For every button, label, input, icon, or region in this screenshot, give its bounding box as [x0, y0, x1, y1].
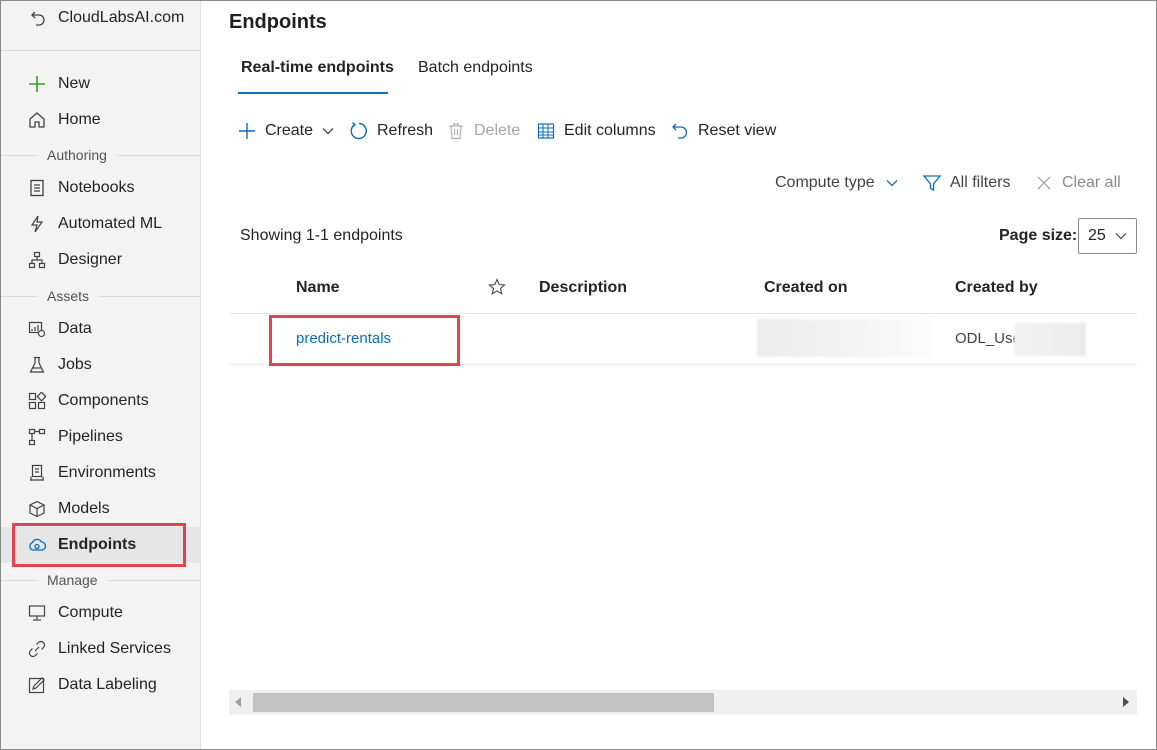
all-filters-label: All filters — [950, 174, 1011, 191]
sidebar-item-label: Home — [58, 111, 101, 128]
delete-button[interactable]: Delete — [446, 119, 520, 143]
sidebar-item-components[interactable]: Components — [1, 383, 201, 419]
clear-all-button[interactable]: Clear all — [1034, 171, 1121, 195]
favorite-star-icon[interactable] — [488, 278, 506, 301]
tab-real-time-endpoints[interactable]: Real-time endpoints — [241, 59, 394, 95]
back-arrow-icon — [30, 10, 46, 26]
sidebar-item-data[interactable]: Data — [1, 311, 201, 347]
undo-icon — [670, 121, 690, 141]
trash-icon — [446, 121, 466, 141]
automl-icon — [28, 215, 46, 233]
workspace-name: CloudLabsAI.com — [58, 9, 185, 26]
sidebar-item-designer[interactable]: Designer — [1, 242, 201, 278]
sidebar-item-label: Linked Services — [58, 640, 171, 657]
page-size-label: Page size: — [999, 227, 1078, 244]
refresh-label: Refresh — [377, 122, 434, 139]
edit-columns-button[interactable]: Edit columns — [536, 119, 656, 143]
cube-icon — [28, 500, 46, 518]
highlight-endpoint-link — [269, 315, 460, 366]
section-label-assets: Assets — [1, 286, 201, 306]
sidebar-item-label: Pipelines — [58, 428, 123, 445]
sidebar-item-compute[interactable]: Compute — [1, 595, 201, 631]
flask-icon — [28, 356, 46, 374]
sidebar-item-label: Models — [58, 500, 110, 517]
workspace-switcher[interactable]: CloudLabsAI.com — [1, 1, 201, 35]
sidebar-item-models[interactable]: Models — [1, 491, 201, 527]
section-label-authoring: Authoring — [1, 145, 201, 165]
chevron-down-icon — [321, 124, 335, 138]
scrollbar-thumb[interactable] — [253, 693, 714, 712]
results-count: Showing 1-1 endpoints — [240, 227, 403, 244]
section-label-manage: Manage — [1, 570, 201, 590]
scroll-left-arrow-icon[interactable] — [235, 697, 241, 707]
reset-view-label: Reset view — [698, 122, 777, 139]
active-tab-indicator — [238, 92, 388, 94]
table-columns-icon — [536, 121, 556, 141]
plus-icon — [28, 75, 46, 93]
sidebar-item-label: Environments — [58, 464, 156, 481]
sidebar-item-label: Jobs — [58, 356, 92, 373]
close-icon — [1034, 173, 1054, 193]
filter-icon — [922, 173, 942, 193]
highlight-endpoints-nav — [12, 523, 186, 567]
divider — [1, 50, 201, 51]
table-divider — [229, 313, 1137, 314]
sidebar-item-jobs[interactable]: Jobs — [1, 347, 201, 383]
sidebar-item-label: Data — [58, 320, 92, 337]
create-button[interactable]: Create — [237, 119, 335, 143]
column-header-name[interactable]: Name — [296, 279, 340, 297]
sidebar-item-label: Notebooks — [58, 179, 135, 196]
sidebar-item-label: Compute — [58, 604, 123, 621]
sidebar-item-label: Data Labeling — [58, 676, 157, 693]
environment-icon — [28, 464, 46, 482]
page-title: Endpoints — [229, 11, 327, 33]
sidebar-item-label: Designer — [58, 251, 123, 268]
pipeline-icon — [28, 428, 46, 446]
all-filters-button[interactable]: All filters — [922, 171, 1010, 195]
compute-type-filter[interactable]: Compute type — [775, 171, 899, 195]
sidebar-item-new[interactable]: New — [1, 66, 201, 102]
column-header-created-by[interactable]: Created by — [955, 279, 1038, 297]
sidebar-item-home[interactable]: Home — [1, 102, 201, 138]
monitor-icon — [28, 604, 46, 622]
components-icon — [28, 392, 46, 410]
redacted-created-on — [757, 319, 932, 357]
sidebar: CloudLabsAI.com New Home Authoring Noteb… — [1, 1, 201, 749]
page-size-value: 25 — [1088, 227, 1106, 244]
sidebar-item-pipelines[interactable]: Pipelines — [1, 419, 201, 455]
sidebar-item-environments[interactable]: Environments — [1, 455, 201, 491]
notebook-icon — [28, 179, 46, 197]
main-content: Endpoints Real-time endpoints Batch endp… — [202, 1, 1156, 749]
sidebar-item-data-labeling[interactable]: Data Labeling — [1, 667, 201, 703]
sidebar-item-label: New — [58, 75, 91, 92]
edit-columns-label: Edit columns — [564, 122, 656, 139]
horizontal-scrollbar[interactable] — [229, 690, 1137, 715]
redacted-user-suffix — [1014, 323, 1086, 356]
scroll-right-arrow-icon[interactable] — [1123, 697, 1129, 707]
chevron-down-icon — [1114, 229, 1128, 243]
designer-icon — [28, 251, 46, 269]
compute-type-label: Compute type — [775, 174, 875, 191]
create-label: Create — [265, 122, 314, 139]
home-icon — [28, 111, 46, 129]
plus-icon — [237, 121, 257, 141]
sidebar-item-label: Components — [58, 392, 149, 409]
chevron-down-icon — [885, 176, 899, 190]
refresh-icon — [349, 121, 369, 141]
clear-all-label: Clear all — [1062, 174, 1121, 191]
link-icon — [28, 640, 46, 658]
column-header-description[interactable]: Description — [539, 279, 627, 297]
column-header-created-on[interactable]: Created on — [764, 279, 848, 297]
page-size-select[interactable]: 25 — [1078, 218, 1137, 254]
labeling-icon — [28, 676, 46, 694]
sidebar-item-linked-services[interactable]: Linked Services — [1, 631, 201, 667]
tab-batch-endpoints[interactable]: Batch endpoints — [418, 59, 533, 95]
delete-label: Delete — [474, 122, 521, 139]
sidebar-item-label: Automated ML — [58, 215, 163, 232]
sidebar-item-notebooks[interactable]: Notebooks — [1, 170, 201, 206]
data-icon — [28, 320, 46, 338]
refresh-button[interactable]: Refresh — [349, 119, 433, 143]
reset-view-button[interactable]: Reset view — [670, 119, 776, 143]
sidebar-item-automated-ml[interactable]: Automated ML — [1, 206, 201, 242]
